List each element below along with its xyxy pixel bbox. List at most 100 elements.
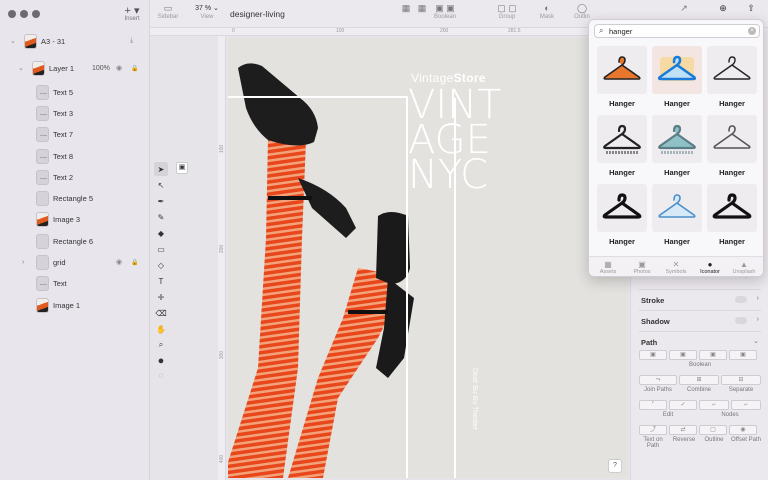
- nodes-button-1[interactable]: ⌐: [699, 400, 729, 410]
- icon-result-label: Hanger: [719, 168, 745, 177]
- icon-result-tile[interactable]: [707, 46, 757, 94]
- popup-tab-unsplash[interactable]: ▲ Unsplash: [727, 260, 761, 275]
- layer-row[interactable]: Text 3: [0, 103, 150, 123]
- mask-button[interactable]: ◐ Mask: [532, 3, 562, 20]
- icon-result-tile[interactable]: [597, 115, 647, 163]
- poster-vertical-text[interactable]: Dear Bu Bu Theater: [471, 368, 478, 430]
- layer-row[interactable]: ⌄ Layer 1 100% ◉ 🔒: [0, 58, 150, 78]
- icon-result-tile[interactable]: [652, 115, 702, 163]
- share-button[interactable]: ⇧: [744, 3, 758, 14]
- icon-result-tile[interactable]: [597, 184, 647, 232]
- lock-icon[interactable]: 🔒: [131, 259, 138, 266]
- shadow-toggle[interactable]: [735, 317, 747, 324]
- zoom-window-button[interactable]: [32, 10, 40, 18]
- artboard[interactable]: VintageStore VINT AGE NYC Dear Bu Bu The…: [228, 38, 628, 478]
- shadow-section[interactable]: Shadow ›: [639, 310, 761, 330]
- insert-button[interactable]: + ▾ Insert: [120, 6, 144, 23]
- boolean-button[interactable]: ▣ ▣ Boolean: [428, 3, 462, 20]
- canvas[interactable]: 0 100 200 281.5 100 200 300 400 VintageS…: [150, 28, 630, 480]
- layer-row[interactable]: Text 8: [0, 146, 150, 166]
- reverse-button[interactable]: ⇄: [669, 425, 697, 435]
- popup-tab-symbols[interactable]: ✕ Symbols: [659, 260, 693, 275]
- chevron-down-icon[interactable]: ⌄: [10, 37, 16, 45]
- layer-thumbnail: [36, 148, 49, 164]
- separate-button[interactable]: ⊟: [721, 375, 761, 385]
- ruler-tick: 400: [219, 454, 226, 464]
- layer-row[interactable]: Text 5: [0, 82, 150, 102]
- stroke-color-swatch[interactable]: ◌: [154, 368, 168, 382]
- path-label-boolean: Boolean: [688, 362, 712, 368]
- text-on-path-button[interactable]: ⤴: [639, 425, 667, 435]
- brush-tool-icon[interactable]: ◆: [154, 226, 168, 240]
- distribute-button[interactable]: ▦: [416, 3, 428, 14]
- stroke-toggle[interactable]: [735, 296, 747, 303]
- iconator-toolbar-button[interactable]: ⊕: [716, 3, 730, 14]
- edit-button-2[interactable]: ✓: [669, 400, 697, 410]
- stroke-section[interactable]: Stroke ›: [639, 289, 761, 309]
- zoom-control[interactable]: 37 % ⌄ View: [190, 3, 224, 20]
- eye-icon[interactable]: ◉: [116, 64, 122, 72]
- layer-row[interactable]: Image 3: [0, 209, 150, 229]
- boolean-icon: ▣ ▣: [435, 3, 455, 13]
- layer-row[interactable]: Rectangle 6: [0, 231, 150, 251]
- layer-thumbnail: [36, 169, 49, 185]
- crop-tool-icon[interactable]: ✛: [154, 290, 168, 304]
- layer-row[interactable]: Rectangle 5: [0, 188, 150, 208]
- icon-result-tile[interactable]: [707, 184, 757, 232]
- eye-icon[interactable]: ◉: [116, 258, 122, 266]
- group-button[interactable]: ▢ ▢ Group: [490, 3, 524, 20]
- union-button[interactable]: ▣: [639, 350, 667, 360]
- lock-icon[interactable]: 🔒: [131, 65, 138, 72]
- icon-result-tile[interactable]: [707, 115, 757, 163]
- help-button[interactable]: ?: [608, 459, 622, 473]
- pen-tool-icon[interactable]: ✒: [154, 194, 168, 208]
- fill-color-swatch[interactable]: ●: [154, 354, 168, 368]
- icon-result-tile[interactable]: [597, 46, 647, 94]
- edit-button-1[interactable]: ⌜: [639, 400, 667, 410]
- hand-tool-icon[interactable]: ✋: [154, 322, 168, 336]
- popup-tab-iconator[interactable]: ● Iconator: [693, 260, 727, 275]
- export-button[interactable]: ↗: [678, 3, 690, 14]
- layer-row[interactable]: Text 7: [0, 124, 150, 144]
- layer-row[interactable]: Image 1: [0, 295, 150, 315]
- fill-tool-icon[interactable]: ◇: [154, 258, 168, 272]
- intersect-button[interactable]: ▣: [699, 350, 727, 360]
- nodes-button-2[interactable]: ⌐: [731, 400, 761, 410]
- popup-tab-photos[interactable]: ▣ Photos: [625, 260, 659, 275]
- path-section[interactable]: Path ⌄: [639, 331, 761, 351]
- chevron-down-icon[interactable]: ⌄: [18, 64, 24, 72]
- pencil-tool-icon[interactable]: ✎: [154, 210, 168, 224]
- combine-button[interactable]: ⊞: [679, 375, 719, 385]
- clear-search-icon[interactable]: ×: [748, 27, 756, 35]
- node-tool-icon[interactable]: ↖: [154, 178, 168, 192]
- toolbar-label-sidebar: Sidebar: [157, 14, 179, 20]
- subtract-button[interactable]: ▣: [669, 350, 697, 360]
- layer-row[interactable]: ⌄ A3 - 31 ⤓: [0, 31, 150, 51]
- layer-row[interactable]: Text 2: [0, 167, 150, 187]
- align-button[interactable]: ▦: [400, 3, 412, 14]
- close-window-button[interactable]: [8, 10, 16, 18]
- offset-path-button[interactable]: ◉: [729, 425, 757, 435]
- difference-button[interactable]: ▣: [729, 350, 757, 360]
- icon-result-tile[interactable]: [652, 184, 702, 232]
- move-tool-icon[interactable]: ➤: [154, 162, 168, 176]
- outline-button[interactable]: ◯ Outlin: [570, 3, 594, 20]
- join-paths-button[interactable]: ⤳: [639, 375, 677, 385]
- search-input[interactable]: [609, 26, 739, 37]
- layer-row[interactable]: Text: [0, 273, 150, 293]
- rectangle-tool-icon[interactable]: ▭: [154, 242, 168, 256]
- minimize-window-button[interactable]: [20, 10, 28, 18]
- popup-tab-assets[interactable]: ▦ Assets: [591, 260, 625, 275]
- zoom-tool-icon[interactable]: ⌕: [154, 338, 168, 352]
- outline-path-button[interactable]: ▢: [699, 425, 727, 435]
- hanger-icon: [658, 194, 696, 218]
- export-layer-icon[interactable]: ⤓: [130, 37, 133, 45]
- icon-result-tile[interactable]: [652, 46, 702, 94]
- layer-row[interactable]: › grid ◉ 🔒: [0, 252, 150, 272]
- chevron-right-icon[interactable]: ›: [22, 259, 24, 266]
- tool-options-icon[interactable]: ▣: [176, 162, 188, 174]
- text-tool-icon[interactable]: T: [154, 274, 168, 288]
- sidebar-toggle-button[interactable]: ▭ Sidebar: [156, 3, 180, 20]
- poster-title[interactable]: VINT AGE NYC: [408, 85, 518, 195]
- eraser-tool-icon[interactable]: ⌫: [154, 306, 168, 320]
